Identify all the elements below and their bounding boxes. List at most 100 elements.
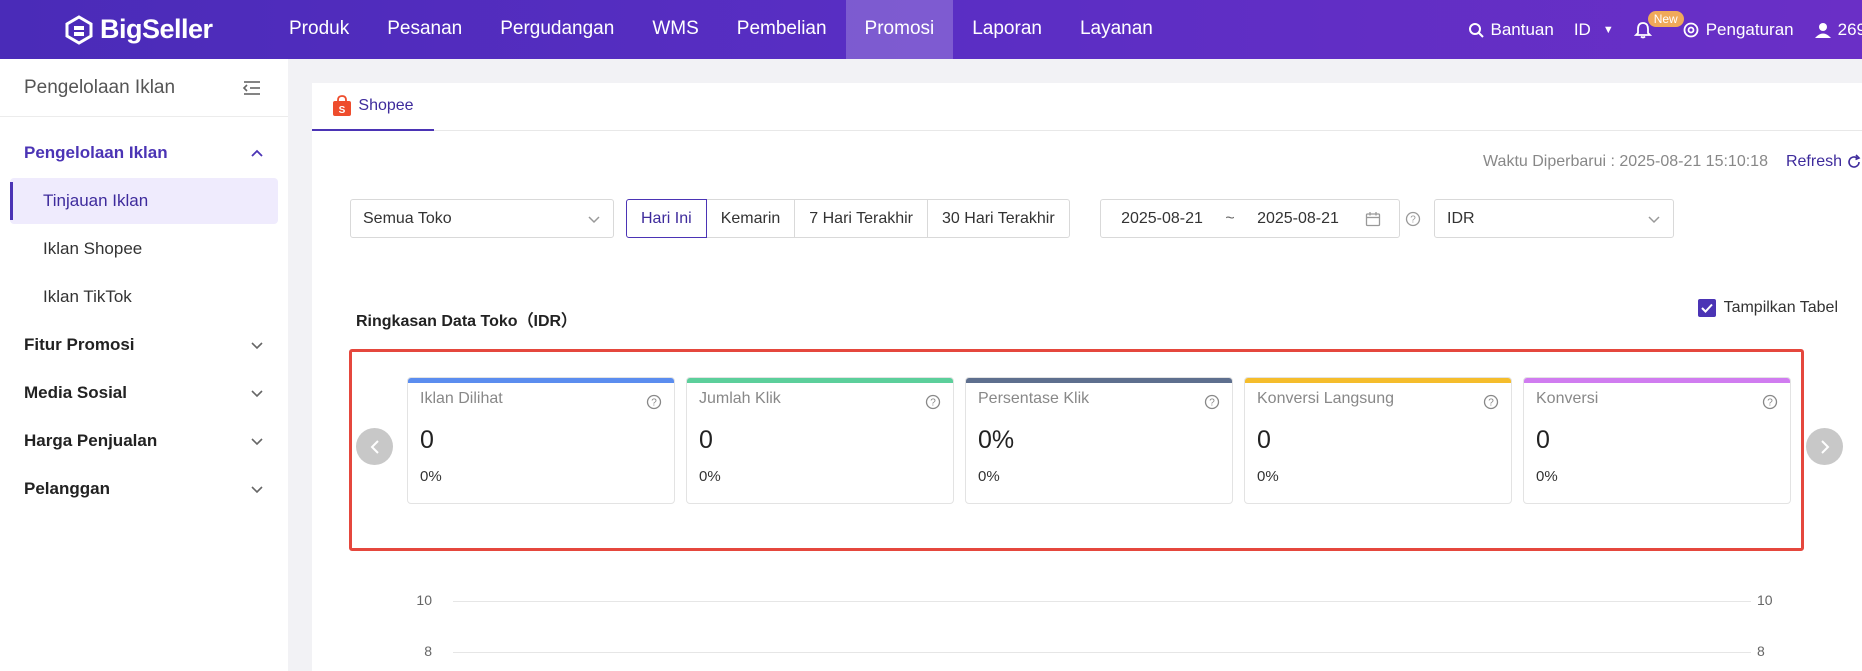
brand-logo[interactable]: BigSeller [64,14,213,45]
help-circle-icon[interactable]: ? [1204,394,1220,410]
range-today-button[interactable]: Hari Ini [626,199,707,238]
sidebar-item-iklan-tiktok[interactable]: Iklan TikTok [10,274,278,320]
nav-pergudangan[interactable]: Pergudangan [481,0,633,59]
nav-produk[interactable]: Produk [270,0,368,59]
metric-change: 0% [1257,468,1279,485]
range-yesterday-button[interactable]: Kemarin [705,199,796,238]
carousel-prev-button[interactable] [356,428,393,465]
tab-shopee[interactable]: S Shopee [312,83,434,131]
nav-pembelian[interactable]: Pembelian [718,0,846,59]
date-range-buttons: Hari Ini Kemarin 7 Hari Terakhir 30 Hari… [626,199,1070,238]
chevron-down-icon [250,335,264,355]
sidebar-group-pengelolaan-iklan[interactable]: Pengelolaan Iklan [24,143,264,163]
show-table-label: Tampilkan Tabel [1723,299,1838,316]
sidebar-group-label: Pelanggan [24,479,110,498]
metric-card-color-bar [687,378,953,383]
calendar-icon [1365,211,1381,226]
sidebar-header: Pengelolaan Iklan [0,59,288,117]
show-table-checkbox[interactable] [1697,299,1716,317]
notifications-button[interactable]: New [1633,10,1684,39]
sidebar-group-harga-penjualan[interactable]: Harga Penjualan [24,431,264,451]
checkmark-icon [1700,303,1713,313]
y-axis-right-tick: 10 [1757,592,1773,608]
sidebar-title: Pengelolaan Iklan [24,76,176,98]
chevron-down-icon [588,215,600,223]
chevron-left-icon [370,439,379,454]
chart-gridline [453,601,1751,602]
platform-tabs: S Shopee [312,83,1862,131]
chevron-down-icon [250,431,264,451]
range-30-days-button[interactable]: 30 Hari Terakhir [927,199,1070,238]
sidebar-group-media-sosial[interactable]: Media Sosial [24,383,264,403]
last-updated-text: Waktu Diperbarui : 2025-08-21 15:10:18 [1483,153,1768,170]
date-separator: ~ [1225,209,1235,227]
metric-value: 0 [699,426,713,454]
language-label: ID [1573,19,1591,39]
bigseller-logo-icon [65,14,93,45]
sidebar-group-label: Fitur Promosi [24,335,135,354]
svg-text:?: ? [930,398,936,409]
svg-text:?: ? [1209,398,1215,409]
user-menu[interactable]: 269 [1814,20,1862,40]
new-badge: New [1647,10,1684,27]
range-7-days-button[interactable]: 7 Hari Terakhir [794,199,929,238]
sidebar-group-label: Harga Penjualan [24,431,158,450]
svg-text:?: ? [1410,215,1416,226]
metric-card-color-bar [966,378,1232,383]
help-link[interactable]: Bantuan [1468,19,1554,40]
refresh-button[interactable]: Refresh [1786,153,1862,171]
nav-utilities: Bantuan ID ▼ New Pengaturan 269 [1468,0,1862,59]
sidebar-group-pelanggan[interactable]: Pelanggan [24,479,264,499]
date-range-picker[interactable]: 2025-08-21 ~ 2025-08-21 [1100,199,1400,238]
shop-select[interactable]: Semua Toko [350,199,614,238]
help-circle-icon[interactable]: ? [925,394,941,410]
section-title: Ringkasan Data Toko（IDR） [356,313,578,330]
y-axis-left-tick: 8 [424,643,432,659]
metric-change: 0% [1536,468,1558,485]
nav-promosi[interactable]: Promosi [845,0,954,59]
svg-text:S: S [339,105,346,116]
gear-icon [1683,22,1699,37]
nav-pesanan[interactable]: Pesanan [368,0,481,59]
shop-select-value: Semua Toko [363,209,452,227]
sidebar-group-fitur-promosi[interactable]: Fitur Promosi [24,335,264,355]
help-circle-icon[interactable]: ? [1483,394,1499,410]
metric-card-direct-conversion: Konversi Langsung ? 0 0% [1244,377,1512,504]
y-axis-left-tick: 10 [416,592,432,608]
svg-text:?: ? [1767,398,1773,409]
nav-layanan[interactable]: Layanan [1061,0,1172,59]
currency-select-value: IDR [1447,209,1475,227]
help-circle-icon[interactable]: ? [646,394,662,410]
metric-card-color-bar [1524,378,1790,383]
nav-wms[interactable]: WMS [633,0,717,59]
metric-value: 0 [1536,426,1550,454]
carousel-next-button[interactable] [1806,428,1843,465]
sidebar: Pengelolaan Iklan Pengelolaan Iklan Tinj… [0,59,288,671]
tab-label: Shopee [358,97,414,114]
help-circle-icon[interactable]: ? [1762,394,1778,410]
chevron-right-icon [1820,439,1829,454]
show-table-toggle[interactable]: Tampilkan Tabel [1697,299,1838,317]
help-label: Bantuan [1490,19,1554,39]
settings-link[interactable]: Pengaturan [1682,20,1794,40]
shopee-bag-icon: S [333,95,352,116]
help-circle-icon[interactable]: ? [1405,211,1421,227]
refresh-icon [1848,154,1861,168]
metric-value: 0 [1257,426,1271,454]
date-to[interactable]: 2025-08-21 [1237,210,1359,228]
metric-card-conversion: Konversi ? 0 0% [1523,377,1791,504]
sidebar-group-label: Media Sosial [24,383,127,402]
metric-change: 0% [978,468,1000,485]
currency-select[interactable]: IDR [1434,199,1674,238]
language-selector[interactable]: ID ▼ [1574,20,1614,40]
sidebar-item-iklan-shopee[interactable]: Iklan Shopee [10,226,278,272]
y-axis-right-tick: 8 [1757,643,1765,659]
svg-text:?: ? [651,398,657,409]
date-from[interactable]: 2025-08-21 [1101,210,1223,228]
metric-value: 0 [420,426,434,454]
sidebar-item-tinjauan-iklan[interactable]: Tinjauan Iklan [10,178,278,224]
brand-name: BigSeller [100,14,213,44]
collapse-menu-icon[interactable] [242,80,262,96]
search-icon [1469,22,1485,38]
nav-laporan[interactable]: Laporan [953,0,1061,59]
